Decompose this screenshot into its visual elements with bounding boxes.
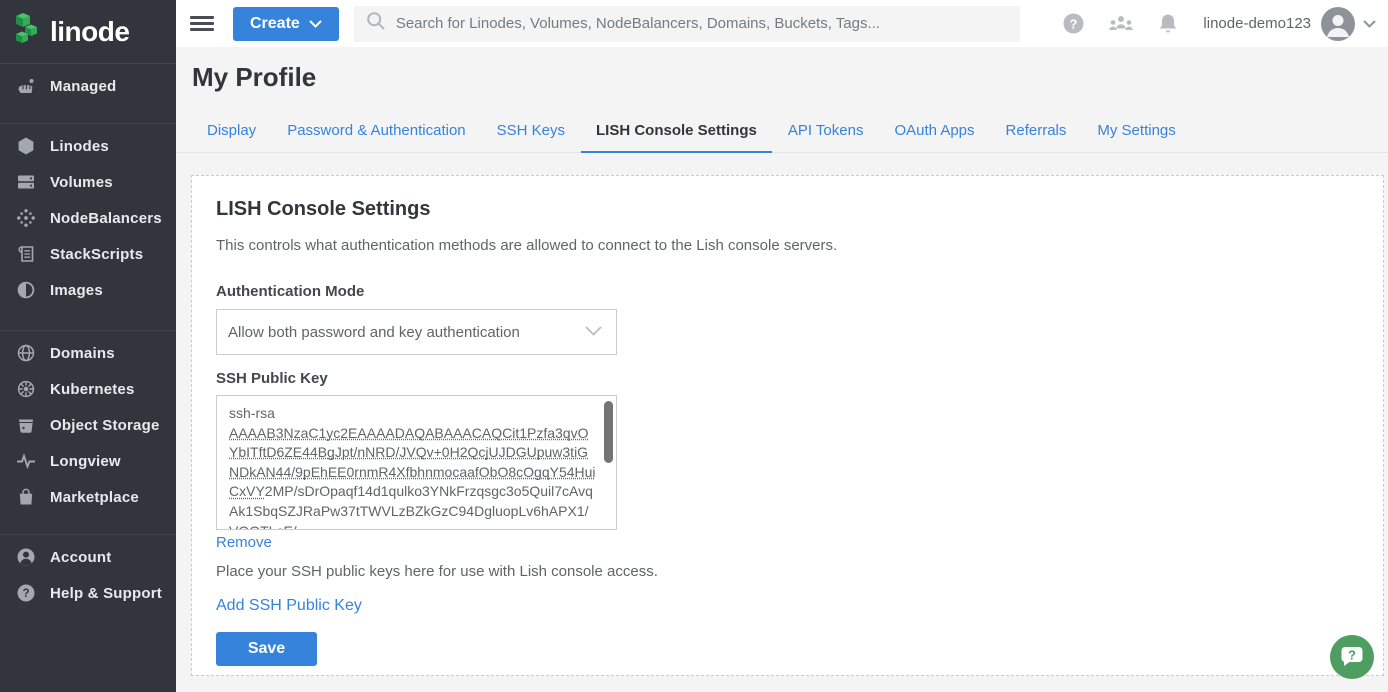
images-icon (15, 280, 37, 300)
chevron-down-icon (309, 15, 322, 33)
chat-question-icon: ? (1338, 642, 1366, 673)
bucket-icon (15, 415, 37, 435)
top-header: Create ? (176, 0, 1388, 47)
sidebar-divider (0, 123, 176, 124)
lish-settings-panel: LISH Console Settings This controls what… (191, 175, 1384, 676)
tab-my-settings[interactable]: My Settings (1082, 114, 1190, 152)
linodes-icon (15, 136, 37, 156)
ssh-key-prefix: ssh-rsa (229, 405, 278, 421)
sidebar-item-marketplace[interactable]: Marketplace (0, 479, 176, 515)
tab-oauth-apps[interactable]: OAuth Apps (879, 114, 989, 152)
sidebar-item-images[interactable]: Images (0, 272, 176, 308)
tab-ssh-keys[interactable]: SSH Keys (482, 114, 580, 152)
authentication-mode-value: Allow both password and key authenticati… (228, 324, 520, 341)
textarea-scrollbar[interactable] (604, 401, 613, 463)
pulse-icon (15, 451, 37, 471)
logo-wordmark: linode (50, 16, 129, 48)
profile-tabs: Display Password & Authentication SSH Ke… (176, 114, 1388, 153)
search-input[interactable] (396, 15, 1009, 32)
linode-logo-icon (13, 12, 41, 51)
tab-password-authentication[interactable]: Password & Authentication (272, 114, 480, 152)
domains-icon (15, 343, 37, 363)
page-title: My Profile (192, 62, 1388, 93)
sidebar-item-object-storage[interactable]: Object Storage (0, 407, 176, 443)
shopping-bag-icon (15, 487, 37, 507)
help-icon[interactable]: ? (1062, 12, 1085, 35)
managed-icon (15, 76, 37, 96)
authentication-mode-select[interactable]: Allow both password and key authenticati… (216, 309, 617, 355)
stackscripts-icon (15, 244, 37, 264)
tab-api-tokens[interactable]: API Tokens (773, 114, 879, 152)
ssh-public-key-label: SSH Public Key (216, 370, 1359, 387)
main-area: Create ? (176, 0, 1388, 692)
sidebar-item-help-support[interactable]: ? Help & Support (0, 575, 176, 611)
community-icon[interactable] (1107, 13, 1135, 35)
sidebar-item-linodes[interactable]: Linodes (0, 128, 176, 164)
svg-text:?: ? (1348, 647, 1356, 662)
ssh-key-tail: 2MP/sDrOpaqf14d1qulko3YNkFrzqsgc3o5Quil7… (229, 483, 593, 530)
sidebar-item-managed[interactable]: Managed (0, 68, 176, 104)
tab-referrals[interactable]: Referrals (991, 114, 1082, 152)
notifications-bell-icon[interactable] (1157, 12, 1179, 35)
sidebar-item-domains[interactable]: Domains (0, 335, 176, 371)
select-chevron-down-icon (585, 323, 602, 341)
section-title: LISH Console Settings (216, 198, 1359, 221)
tab-lish-console-settings[interactable]: LISH Console Settings (581, 114, 772, 153)
username[interactable]: linode-demo123 (1203, 15, 1311, 32)
sidebar-divider (0, 534, 176, 535)
floating-help-button[interactable]: ? (1330, 635, 1374, 679)
create-button[interactable]: Create (233, 7, 339, 41)
sidebar: linode Managed Linodes (0, 0, 176, 692)
ssh-public-key-textarea[interactable]: ssh-rsa AAAAB3NzaC1yc2EAAAADAQABAAACAQCi… (216, 395, 617, 530)
sidebar-item-account[interactable]: Account (0, 539, 176, 575)
svg-text:?: ? (1070, 16, 1078, 31)
sidebar-item-kubernetes[interactable]: Kubernetes (0, 371, 176, 407)
global-search[interactable] (354, 6, 1021, 42)
sidebar-item-longview[interactable]: Longview (0, 443, 176, 479)
section-description: This controls what authentication method… (216, 237, 1359, 254)
nodebalancers-icon (15, 208, 37, 228)
account-icon (15, 547, 37, 567)
question-circle-icon: ? (15, 583, 37, 603)
svg-text:?: ? (22, 588, 29, 600)
user-menu-chevron-icon[interactable] (1363, 20, 1376, 28)
search-icon (366, 11, 386, 36)
save-button[interactable]: Save (216, 632, 317, 666)
authentication-mode-label: Authentication Mode (216, 283, 1359, 300)
sidebar-divider (0, 330, 176, 331)
sidebar-item-volumes[interactable]: Volumes (0, 164, 176, 200)
remove-key-link[interactable]: Remove (216, 534, 272, 551)
sidebar-item-stackscripts[interactable]: StackScripts (0, 236, 176, 272)
volumes-icon (15, 172, 37, 192)
hamburger-menu-icon[interactable] (190, 11, 214, 36)
kubernetes-icon (15, 379, 37, 399)
add-ssh-public-key-link[interactable]: Add SSH Public Key (216, 597, 362, 615)
ssh-key-help-text: Place your SSH public keys here for use … (216, 563, 1359, 580)
tab-display[interactable]: Display (192, 114, 271, 152)
linode-logo[interactable]: linode (0, 0, 176, 64)
sidebar-item-nodebalancers[interactable]: NodeBalancers (0, 200, 176, 236)
avatar[interactable] (1321, 7, 1355, 41)
